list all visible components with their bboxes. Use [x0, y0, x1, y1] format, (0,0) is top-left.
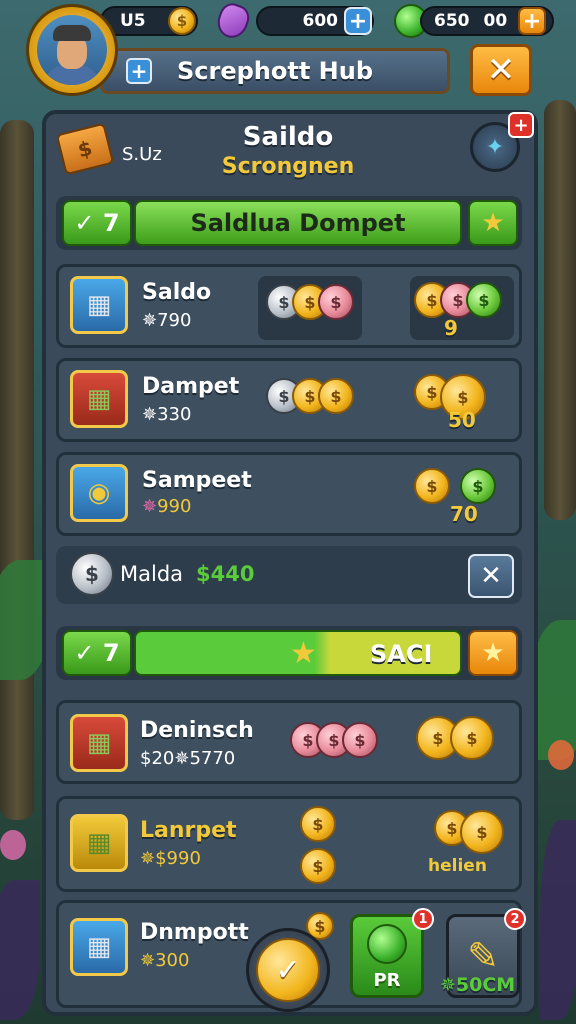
pencil-value: ✵50CM [440, 974, 516, 996]
cash-stack-blue-icon: ▦ [70, 276, 128, 334]
reward-number: 70 [450, 502, 478, 526]
item-value: ✵990 [142, 496, 192, 517]
item-name: Deninsch [140, 718, 254, 743]
banner-plus-button[interactable]: + [126, 58, 152, 84]
item-value: ✵300 [140, 950, 190, 971]
star-button[interactable]: ★ [468, 630, 518, 676]
item-name: Dnmpott [140, 920, 249, 945]
item-name: Sampeet [142, 468, 252, 493]
coins-blue-icon: ◉ [70, 464, 128, 522]
title-banner: Screphott Hub [100, 48, 450, 94]
pr-label: PR [373, 970, 401, 991]
panel-subtitle: Scrongnen [221, 154, 355, 179]
reward-coins-icon: $ $ $ [414, 282, 502, 318]
flower-decoration [0, 830, 26, 860]
coin-stack-icon: $ $ $ [290, 722, 378, 758]
gem-value: 600 [302, 11, 339, 31]
cash-extra: 00 [483, 11, 508, 31]
progress-bar-label: SACI [370, 640, 433, 668]
green-orb-icon [367, 924, 407, 964]
item-value: ✵$990 [140, 848, 201, 869]
red-plus-button[interactable]: + [508, 112, 534, 138]
malda-close-button[interactable]: ✕ [468, 554, 514, 598]
page-title: Screphott Hub [176, 57, 374, 85]
check-icon: ✓ [256, 938, 320, 1002]
coin-stack-icon: $ $ [300, 806, 336, 884]
reward-number: 50 [448, 408, 476, 432]
malda-value: $440 [196, 562, 255, 586]
coin-stack-icon: $ $ $ [266, 284, 354, 320]
reward-number: 9 [444, 316, 458, 340]
panel-head-left-text: S.Uz [122, 144, 162, 165]
gold-value: U5 [120, 11, 146, 31]
avatar-portrait [37, 15, 107, 85]
flower-decoration [548, 740, 574, 770]
item-name: Saldo [142, 280, 212, 305]
leaf-decoration [0, 880, 40, 1020]
malda-name: Malda [120, 562, 184, 586]
close-button[interactable]: ✕ [470, 44, 532, 96]
cash-stack-red-icon: ▦ [70, 714, 128, 772]
item-value: ✵790 [142, 310, 192, 331]
cash-value: 650 [434, 11, 470, 31]
add-gems-button[interactable]: + [344, 7, 372, 35]
reward-coins-icon: $ $ [414, 468, 496, 504]
cash-stack-blue-icon: ▦ [70, 918, 128, 976]
reward-text: helien [428, 856, 487, 876]
check-counter-button[interactable]: ✓ 7 [62, 200, 132, 246]
star-icon: ★ [290, 636, 317, 671]
coin-stack-icon: $ $ $ [266, 378, 354, 414]
leaf-decoration [540, 820, 576, 1020]
item-value: ✵330 [142, 404, 192, 425]
star-button[interactable]: ★ [468, 200, 518, 246]
pencil-icon: ✎ [467, 934, 499, 978]
add-cash-button[interactable]: + [518, 7, 546, 35]
pr-button[interactable]: PR [350, 914, 424, 998]
check-counter-button[interactable]: ✓ 7 [62, 630, 132, 676]
cash-stack-gold-icon: ▦ [70, 814, 128, 872]
silver-coin-icon: $ [70, 552, 114, 596]
tree-trunk-left [0, 120, 34, 820]
gem-icon [213, 0, 253, 43]
notification-badge: 1 [412, 908, 434, 930]
item-value: $20✵5770 [140, 748, 236, 769]
notification-badge: 2 [504, 908, 526, 930]
progress-bar-label[interactable]: Saldlua Dompet [134, 200, 462, 246]
panel-title: Saildo [242, 122, 334, 152]
reward-coins-icon: $ $ [434, 810, 504, 854]
tree-trunk-right [544, 100, 576, 520]
item-name: Dampet [142, 374, 240, 399]
cash-stack-red-icon: ▦ [70, 370, 128, 428]
gold-coin-icon: $ [168, 7, 196, 35]
confirm-button[interactable]: ✓ [246, 928, 330, 1012]
item-name: Lanrpet [140, 818, 237, 843]
gold-counter: U5 $ [100, 6, 198, 36]
player-avatar[interactable] [26, 4, 118, 96]
reward-coins-icon: $ $ [416, 716, 494, 760]
